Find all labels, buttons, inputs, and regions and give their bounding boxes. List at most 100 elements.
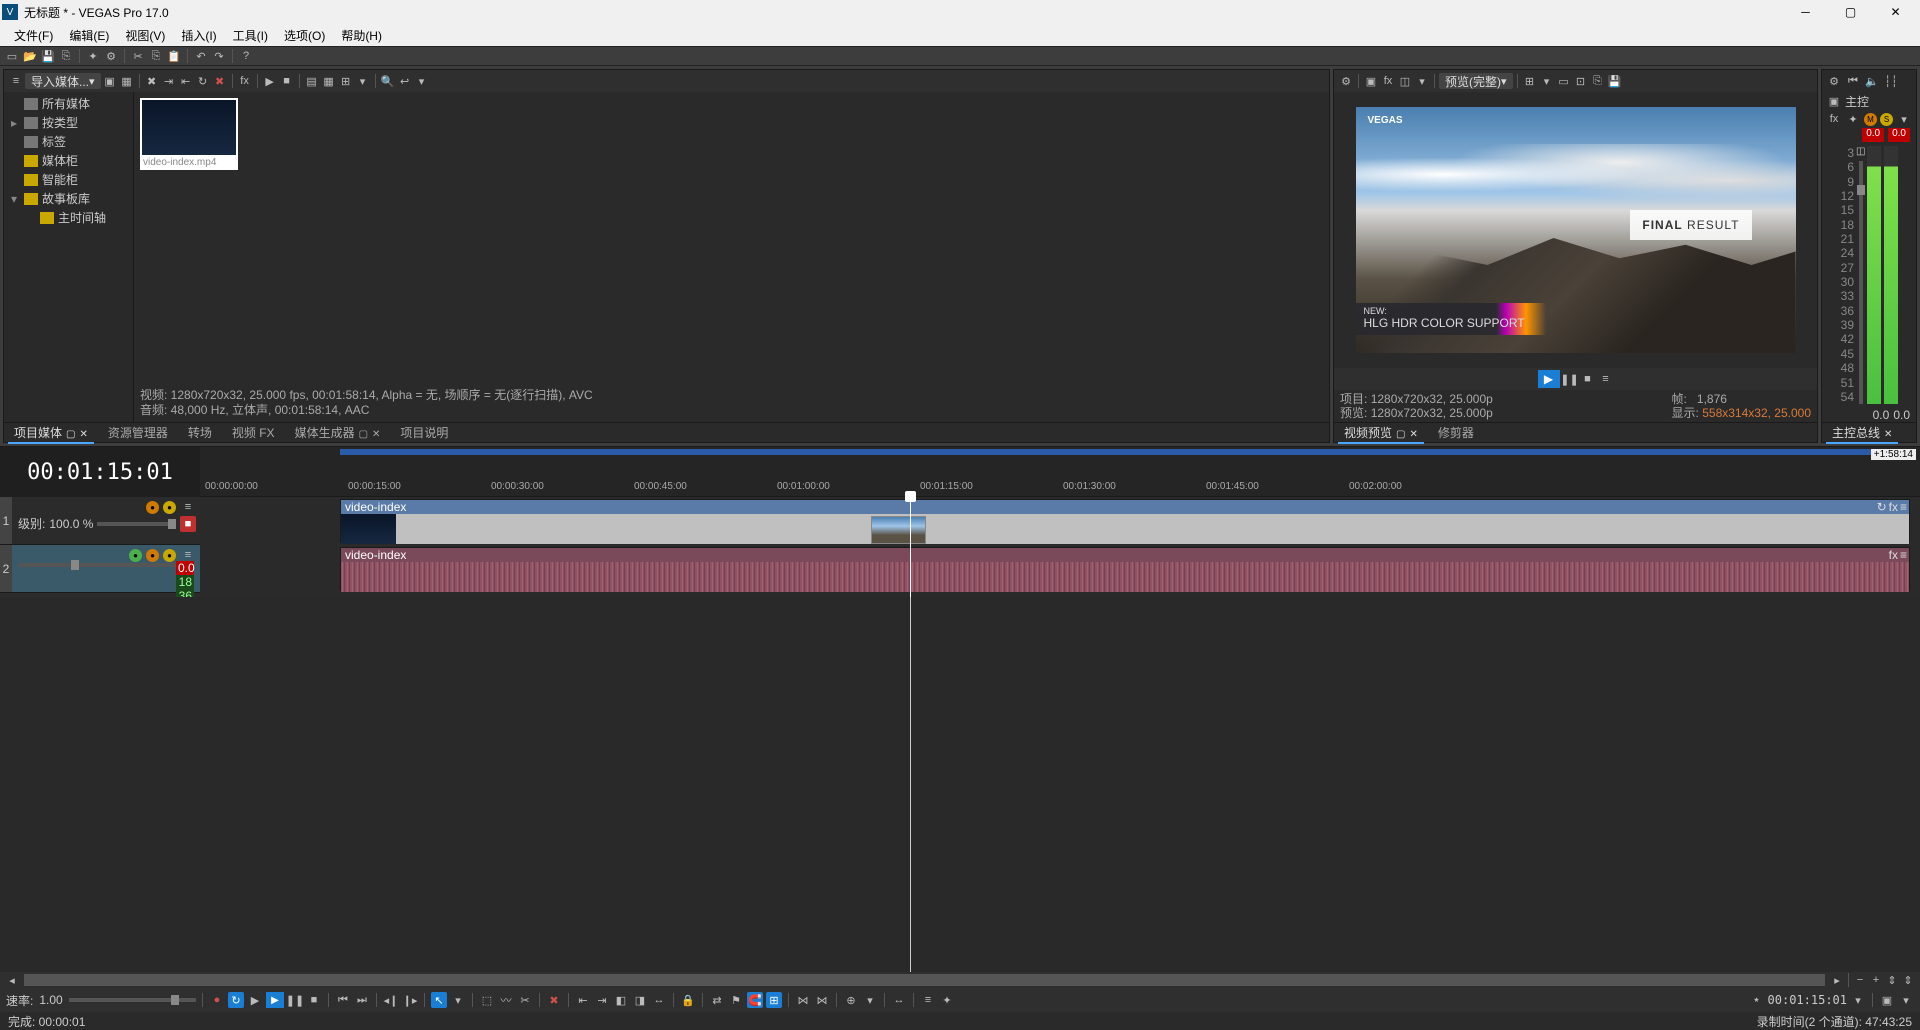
rate-slider[interactable] (69, 998, 196, 1002)
audio-track-header[interactable]: 2 ●●●≡ 0.0 18 36 54 (0, 545, 200, 593)
pin-icon[interactable]: ▢ (66, 429, 75, 440)
scroll-right-icon[interactable]: ▸ (1829, 972, 1845, 988)
minimize-button[interactable]: ─ (1783, 0, 1828, 24)
capture-icon[interactable]: ▣ (102, 73, 118, 89)
crossfade-icon[interactable]: ⋈ (795, 992, 811, 1008)
zoom-in-icon[interactable]: + (1868, 972, 1884, 988)
track-mute-icon[interactable]: ● (146, 501, 159, 514)
fit-icon[interactable]: ↔ (891, 992, 907, 1008)
audio-clip[interactable]: video-index fx≡ (340, 547, 1910, 591)
track-solo-icon[interactable]: ● (163, 501, 176, 514)
menu-file[interactable]: 文件(F) (6, 25, 61, 46)
tool-slip-icon[interactable]: ↔ (651, 992, 667, 1008)
tab-video-fx[interactable]: 视频 FX (222, 422, 285, 443)
go-start-button[interactable]: ⏮ (335, 992, 351, 1008)
tree-smart-bins[interactable]: 智能柜 (6, 170, 131, 189)
preview-pause-button[interactable]: ❚❚ (1562, 371, 1578, 387)
track-lanes[interactable]: video-index ↻fx≡ video-index fx≡ (200, 497, 1920, 597)
video-clip[interactable]: video-index ↻fx≡ (340, 499, 1910, 543)
redo-icon[interactable]: ↷ (211, 48, 227, 64)
meter-dim-icon[interactable]: ┆┆ (1883, 73, 1899, 89)
prev-fx-icon[interactable]: fx (1380, 73, 1396, 89)
close-button[interactable]: ✕ (1873, 0, 1918, 24)
paste-icon[interactable]: 📋 (166, 48, 182, 64)
cancel-icon[interactable]: ✖ (212, 73, 228, 89)
track-auto-icon[interactable]: ● (129, 549, 142, 562)
meter-mute-icon[interactable]: 🔈 (1864, 73, 1880, 89)
open-icon[interactable]: 📂 (22, 48, 38, 64)
marker-b-icon[interactable]: ◨ (632, 992, 648, 1008)
tab-notes[interactable]: 项目说明 (390, 422, 458, 443)
delete-icon[interactable]: ✖ (546, 992, 562, 1008)
tab-video-preview[interactable]: 视频预览▢✕ (1334, 422, 1428, 443)
dropdown3-icon[interactable]: ▾ (1539, 73, 1555, 89)
copy2-icon[interactable]: ⎘ (1590, 73, 1606, 89)
tl-options-icon[interactable]: ▾ (1898, 992, 1914, 1008)
tree-tags[interactable]: 标签 (6, 132, 131, 151)
tc-menu-icon[interactable]: ▾ (1850, 992, 1866, 1008)
refresh-icon[interactable]: ↻ (195, 73, 211, 89)
overlay-icon[interactable]: ▭ (1556, 73, 1572, 89)
cursor-timecode[interactable]: 00:01:15:01 (1768, 993, 1847, 1007)
marker-a-icon[interactable]: ◧ (613, 992, 629, 1008)
prev-settings-icon[interactable]: ⚙ (1338, 73, 1354, 89)
normal-edit-icon[interactable]: ↖ (431, 992, 447, 1008)
save2-icon[interactable]: 💾 (1607, 73, 1623, 89)
safe-icon[interactable]: ⊡ (1573, 73, 1589, 89)
trim-start-icon[interactable]: ⇤ (575, 992, 591, 1008)
auto-icon[interactable]: ✦ (1845, 111, 1861, 127)
tab-trimmer[interactable]: 修剪器 (1428, 422, 1484, 443)
play-start-button[interactable]: ▶ (247, 992, 263, 1008)
auto-ripple-icon[interactable]: ⇄ (709, 992, 725, 1008)
dropdown5-icon[interactable]: ▾ (862, 992, 878, 1008)
snap-icon[interactable]: 🧲 (747, 992, 763, 1008)
tool-envelope-icon[interactable]: 〰 (498, 992, 514, 1008)
split-icon[interactable]: ◫ (1397, 73, 1413, 89)
tool-split-icon[interactable]: ✂ (517, 992, 533, 1008)
clip-loop-icon[interactable]: ↻ (1877, 500, 1887, 514)
clip-menu-icon[interactable]: ≡ (1900, 548, 1907, 562)
play-icon[interactable]: ▶ (262, 73, 278, 89)
view-detail-icon[interactable]: ⊞ (338, 73, 354, 89)
zoom-height-out-icon[interactable]: ⇕ (1884, 972, 1900, 988)
preview-menu-icon[interactable]: ≡ (1598, 371, 1614, 387)
star-icon[interactable]: ✦ (939, 992, 955, 1008)
tree-storyboard[interactable]: ▾故事板库 (6, 189, 131, 208)
track-menu-icon[interactable]: ≡ (180, 499, 196, 515)
menu-help[interactable]: 帮助(H) (333, 25, 390, 46)
autocross-icon[interactable]: ⋈ (814, 992, 830, 1008)
solo-toggle[interactable]: S (1880, 113, 1893, 126)
render-icon[interactable]: ⎘ (58, 48, 74, 64)
h-scrollbar[interactable] (24, 974, 1825, 986)
loop-region[interactable] (340, 449, 1910, 455)
prev-frame-button[interactable]: ◂❙ (383, 992, 399, 1008)
marker-icon[interactable]: ⚑ (728, 992, 744, 1008)
view-grid-icon[interactable]: ▦ (321, 73, 337, 89)
timeline-ruler[interactable]: +1:58:14 00:00:00:00 00:00:15:00 00:00:3… (200, 447, 1920, 497)
menu-insert[interactable]: 插入(I) (173, 25, 224, 46)
stop-icon[interactable]: ■ (279, 73, 295, 89)
playhead[interactable] (910, 497, 911, 597)
meter-start-icon[interactable]: ⏮ (1845, 73, 1861, 89)
timecode-display[interactable]: 00:01:15:01 (0, 447, 200, 497)
cut-icon[interactable]: ✂ (130, 48, 146, 64)
tree-main-timeline[interactable]: 主时间轴 (6, 208, 131, 227)
trim-end-icon[interactable]: ⇥ (594, 992, 610, 1008)
record-button[interactable]: ● (209, 992, 225, 1008)
dropdown-icon[interactable]: ▾ (355, 73, 371, 89)
menu-options[interactable]: 选项(O) (276, 25, 333, 46)
tool-select-icon[interactable]: ⬚ (479, 992, 495, 1008)
clip-menu-icon[interactable]: ≡ (1900, 500, 1907, 514)
get-media-icon[interactable]: ▦ (119, 73, 135, 89)
tab-transitions[interactable]: 转场 (178, 422, 222, 443)
search-icon[interactable]: 🔍 (380, 73, 396, 89)
save-icon[interactable]: 💾 (40, 48, 56, 64)
out-icon[interactable]: ⇤ (178, 73, 194, 89)
preview-play-button[interactable]: ▶ (1538, 370, 1560, 388)
tab-explorer[interactable]: 资源管理器 (98, 422, 178, 443)
preview-viewport[interactable]: VEGAS FINAL RESULT NEW: HLG HDR COLOR SU… (1334, 92, 1817, 368)
quantize-icon[interactable]: ⊞ (766, 992, 782, 1008)
list-icon[interactable]: ≡ (920, 992, 936, 1008)
new-icon[interactable]: ▭ (4, 48, 20, 64)
dropdown2-icon[interactable]: ▾ (1414, 73, 1430, 89)
